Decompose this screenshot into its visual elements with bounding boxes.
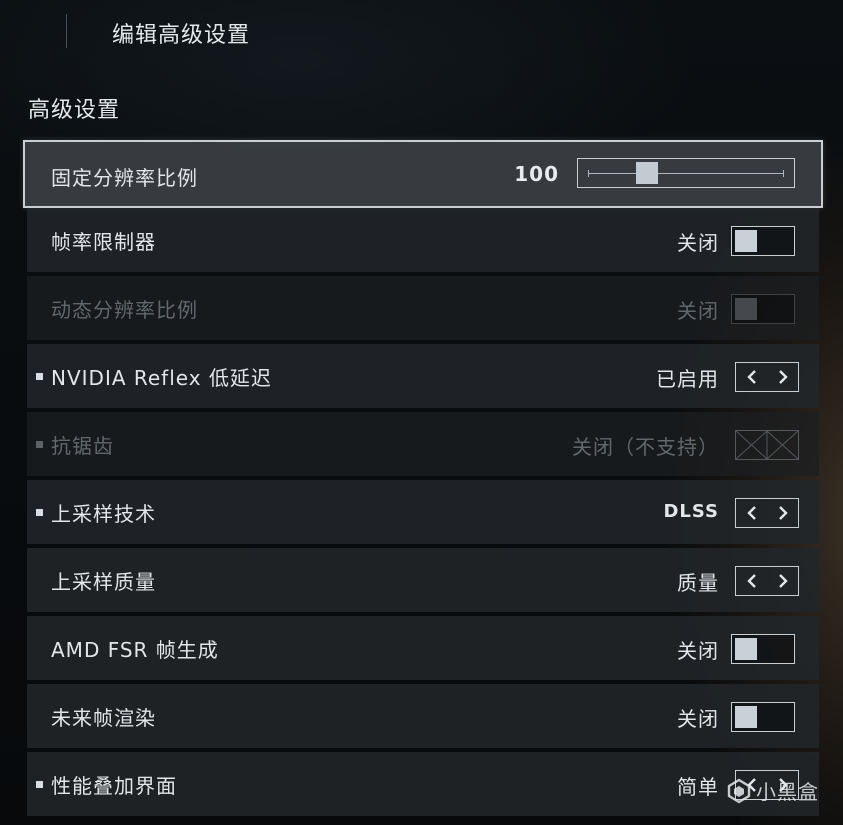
- bullet-marker: [36, 509, 43, 516]
- setting-row-frame-rate-limiter[interactable]: 帧率限制器 关闭: [27, 208, 819, 272]
- header-divider: [66, 14, 67, 48]
- dynamic-resolution-toggle: [731, 294, 795, 324]
- setting-value: 关闭: [677, 231, 719, 255]
- future-frame-rendering-toggle[interactable]: [731, 702, 795, 732]
- setting-label: 抗锯齿: [51, 434, 114, 458]
- setting-row-anti-aliasing: 抗锯齿 关闭（不支持）: [27, 412, 819, 476]
- setting-value: DLSS: [663, 501, 719, 522]
- setting-value: 关闭（不支持）: [572, 435, 719, 459]
- watermark-text: 小黑盒: [756, 780, 819, 804]
- resolution-scale-slider[interactable]: [577, 158, 795, 188]
- setting-value: 100: [514, 162, 559, 186]
- setting-value: 关闭: [677, 707, 719, 731]
- chevron-right-icon[interactable]: [767, 363, 798, 391]
- toggle-knob: [735, 230, 757, 252]
- bullet-marker: [36, 441, 43, 448]
- setting-row-future-frame-rendering[interactable]: 未来帧渲染 关闭: [27, 684, 819, 748]
- setting-label: AMD FSR 帧生成: [51, 638, 219, 662]
- setting-label: 未来帧渲染: [51, 706, 156, 730]
- watermark: 小黑盒: [726, 776, 819, 805]
- setting-value: 质量: [677, 571, 719, 595]
- setting-row-fixed-resolution-scale[interactable]: 固定分辨率比例 100: [23, 140, 823, 208]
- setting-label: 固定分辨率比例: [51, 166, 198, 190]
- upscaling-technique-stepper[interactable]: [735, 498, 799, 528]
- page-title: 编辑高级设置: [112, 23, 251, 48]
- setting-row-upscaling-quality[interactable]: 上采样质量 质量: [27, 548, 819, 612]
- toggle-knob: [735, 638, 757, 660]
- upscaling-quality-stepper[interactable]: [735, 566, 799, 596]
- frame-rate-limiter-toggle[interactable]: [731, 226, 795, 256]
- section-title: 高级设置: [28, 98, 121, 123]
- setting-label: 帧率限制器: [51, 230, 156, 254]
- setting-row-nvidia-reflex[interactable]: NVIDIA Reflex 低延迟 已启用: [27, 344, 819, 408]
- slider-thumb[interactable]: [635, 162, 658, 184]
- setting-label: 动态分辨率比例: [51, 298, 198, 322]
- unavailable-cross-icon: [735, 430, 799, 460]
- chevron-left-icon[interactable]: [736, 363, 767, 391]
- setting-value: 关闭: [677, 299, 719, 323]
- setting-value: 简单: [677, 775, 719, 799]
- slider-track-end: [783, 170, 784, 177]
- chevron-left-icon[interactable]: [736, 499, 767, 527]
- slider-track-start: [588, 170, 589, 177]
- setting-row-amd-fsr-frame-generation[interactable]: AMD FSR 帧生成 关闭: [27, 616, 819, 680]
- nvidia-reflex-stepper[interactable]: [735, 362, 799, 392]
- chevron-right-icon[interactable]: [767, 567, 798, 595]
- toggle-knob: [735, 298, 757, 320]
- chevron-right-icon[interactable]: [767, 499, 798, 527]
- setting-row-upscaling-technique[interactable]: 上采样技术 DLSS: [27, 480, 819, 544]
- setting-value: 已启用: [656, 367, 719, 391]
- setting-row-dynamic-resolution-scale: 动态分辨率比例 关闭: [27, 276, 819, 340]
- setting-label: 上采样质量: [51, 570, 156, 594]
- amd-fsr-frame-generation-toggle[interactable]: [731, 634, 795, 664]
- setting-value: 关闭: [677, 639, 719, 663]
- setting-row-performance-overlay[interactable]: 性能叠加界面 简单: [27, 752, 819, 816]
- setting-label: 性能叠加界面: [51, 774, 177, 798]
- chevron-left-icon[interactable]: [736, 567, 767, 595]
- bullet-marker: [36, 373, 43, 380]
- setting-label: NVIDIA Reflex 低延迟: [51, 366, 272, 390]
- toggle-knob: [735, 706, 757, 728]
- bullet-marker: [36, 781, 43, 788]
- slider-track: [588, 173, 784, 174]
- setting-label: 上采样技术: [51, 502, 156, 526]
- xiaoheihe-logo-icon: [726, 778, 752, 804]
